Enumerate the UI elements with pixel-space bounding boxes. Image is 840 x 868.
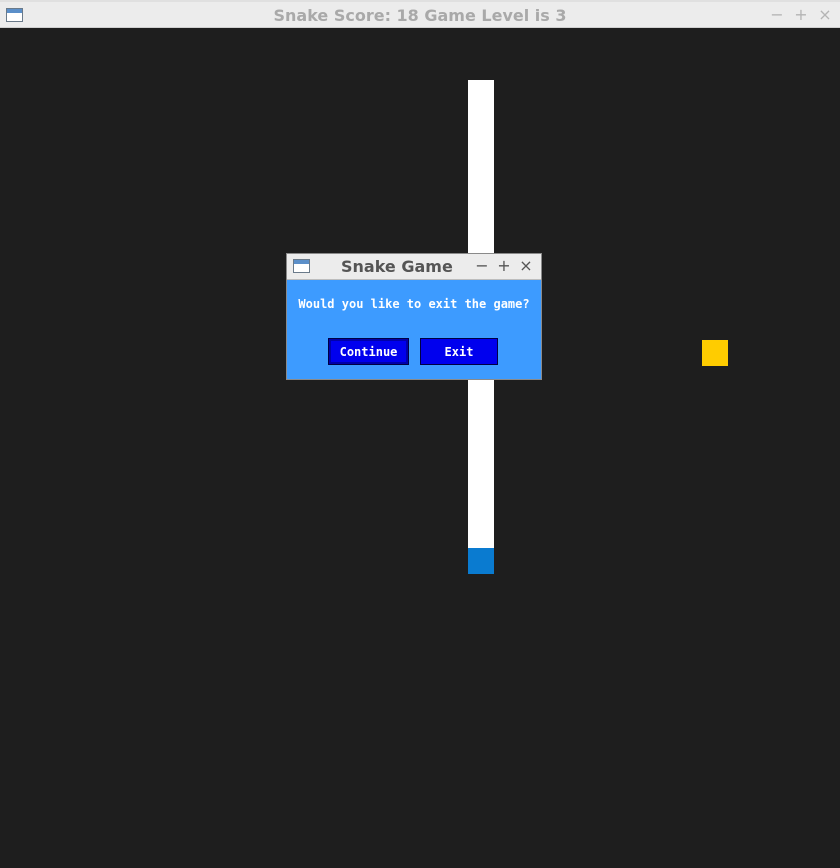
dialog-title: Snake Game (341, 257, 453, 276)
dialog-message: Would you like to exit the game? (298, 297, 530, 311)
window-controls: − + × (770, 5, 832, 25)
continue-button[interactable]: Continue (328, 338, 409, 365)
dialog-maximize-icon[interactable]: + (497, 256, 511, 276)
window-title: Snake Score: 18 Game Level is 3 (273, 6, 567, 25)
window-titlebar: Snake Score: 18 Game Level is 3 − + × (0, 0, 840, 28)
dialog-minimize-icon[interactable]: − (475, 256, 489, 276)
minimize-icon[interactable]: − (770, 5, 784, 25)
food-item (702, 340, 728, 366)
exit-dialog: Snake Game − + × Would you like to exit … (286, 253, 542, 380)
dialog-app-icon (293, 259, 310, 273)
game-board[interactable] (0, 28, 840, 868)
exit-button[interactable]: Exit (420, 338, 498, 365)
dialog-controls: − + × (475, 256, 533, 276)
snake-head (468, 548, 494, 574)
dialog-close-icon[interactable]: × (519, 256, 533, 276)
dialog-titlebar: Snake Game − + × (287, 254, 541, 280)
close-icon[interactable]: × (818, 5, 832, 25)
maximize-icon[interactable]: + (794, 5, 808, 25)
